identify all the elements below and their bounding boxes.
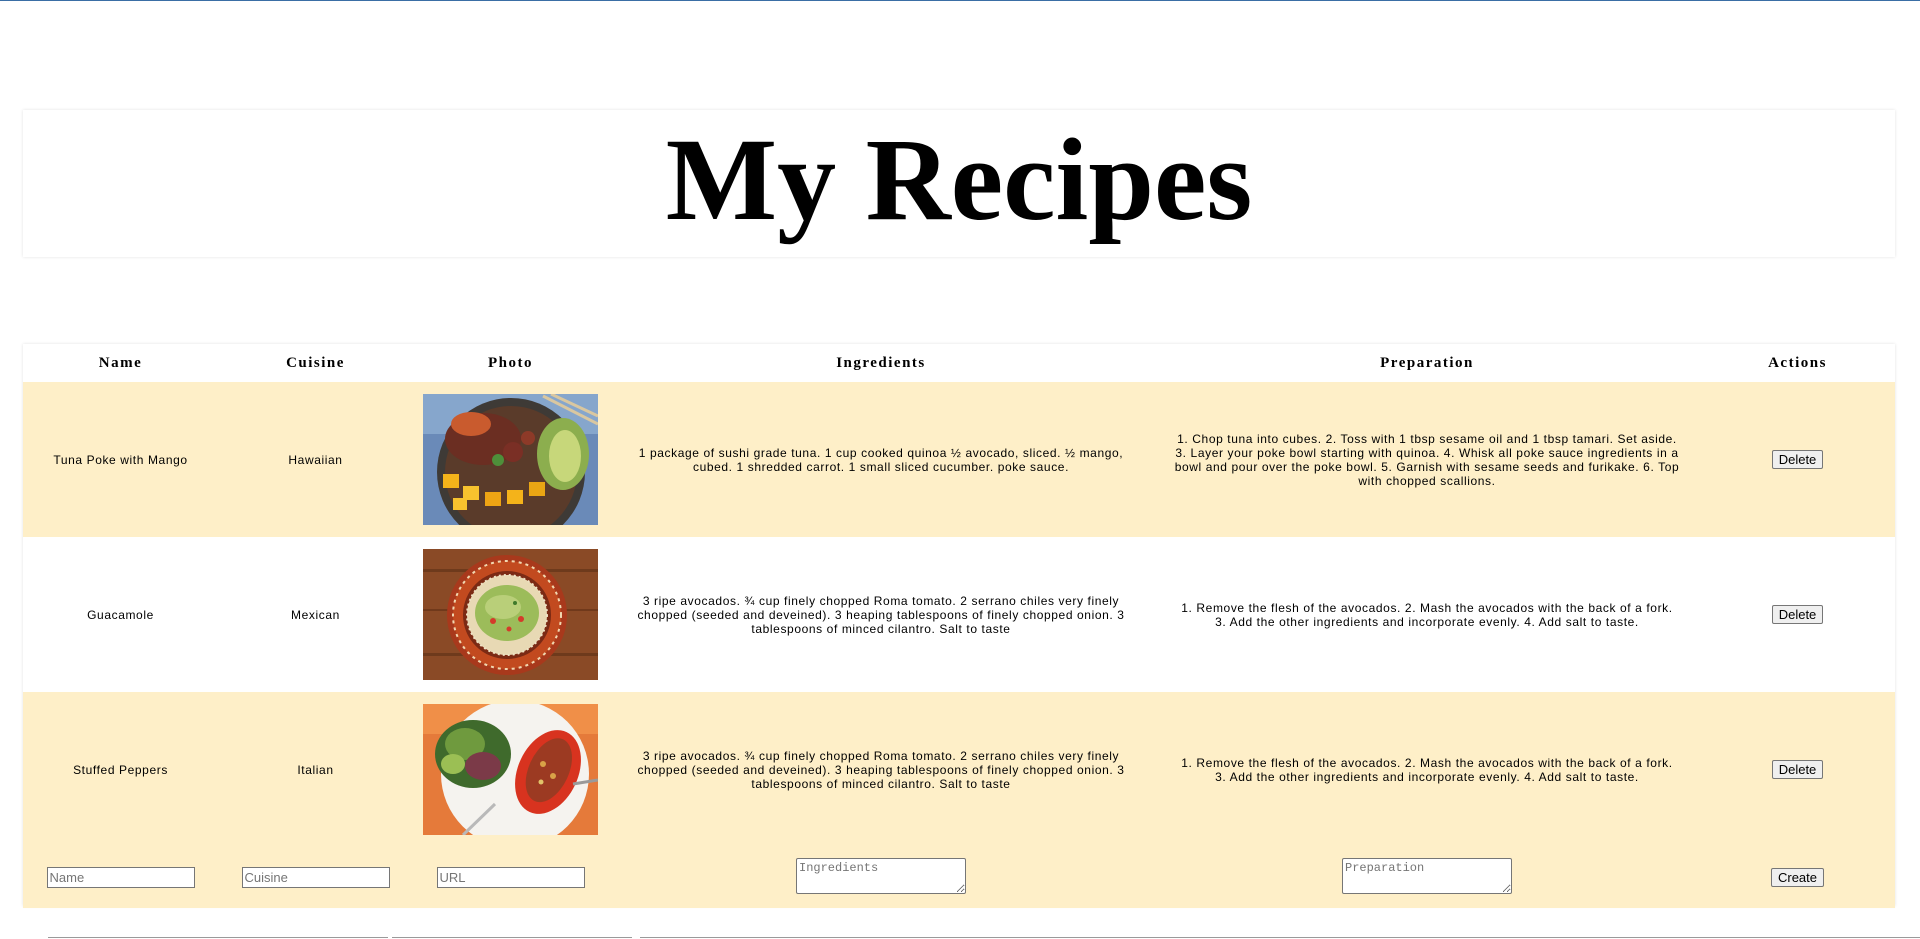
page-title: My Recipes (665, 113, 1253, 245)
url-input-cell (413, 847, 608, 908)
url-input[interactable] (436, 867, 585, 888)
column-header-name: Name (98, 354, 143, 371)
table-row: Tuna Poke with Mango Hawaiian 1 package … (23, 382, 1895, 537)
column-header-ingredients: Ingredients (836, 354, 926, 371)
ingredients-textarea[interactable] (796, 858, 966, 894)
recipe-preparation: 1. Chop tuna into cubes. 2. Toss with 1 … (1174, 431, 1680, 488)
column-header-photo: Photo (488, 354, 533, 371)
recipe-name: Stuffed Peppers (73, 762, 168, 777)
recipe-ingredients: 3 ripe avocados. ¾ cup finely chopped Ro… (637, 593, 1125, 636)
recipe-cuisine: Hawaiian (288, 452, 343, 467)
recipe-cuisine: Italian (297, 762, 334, 777)
name-input-cell (23, 847, 218, 908)
create-button-cell: Create (1700, 847, 1895, 908)
recipe-ingredients: 3 ripe avocados. ¾ cup finely chopped Ro… (637, 748, 1125, 791)
recipe-photo-cell (413, 692, 608, 847)
ingredients-input-cell (608, 847, 1154, 908)
create-recipe-row: Create (23, 847, 1895, 908)
column-header-preparation: Preparation (1380, 354, 1474, 371)
preparation-input-cell (1154, 847, 1700, 908)
guacamole-photo (423, 549, 598, 680)
delete-button[interactable]: Delete (1771, 605, 1824, 624)
recipe-cuisine: Mexican (291, 607, 340, 622)
recipe-preparation: 1. Remove the flesh of the avocados. 2. … (1181, 755, 1673, 784)
header-card: My Recipes (23, 110, 1895, 257)
stuffed-pepper-photo (423, 704, 598, 835)
table-header-row: Name Cuisine Photo Ingredients Preparati… (23, 344, 1895, 382)
recipes-table-card: Name Cuisine Photo Ingredients Preparati… (23, 344, 1895, 908)
recipe-photo-cell (413, 537, 608, 692)
delete-button[interactable]: Delete (1771, 450, 1824, 469)
poke-bowl-photo (423, 394, 598, 525)
actions-cell: Delete (1700, 537, 1895, 692)
delete-button[interactable]: Delete (1771, 760, 1824, 779)
table-row: Stuffed Peppers Italian 3 ripe avocados.… (23, 692, 1895, 847)
recipe-name: Guacamole (87, 607, 154, 622)
recipe-photo-cell (413, 382, 608, 537)
cuisine-input-cell (218, 847, 413, 908)
column-header-cuisine: Cuisine (286, 354, 345, 371)
create-button[interactable]: Create (1770, 868, 1825, 887)
recipes-table: Name Cuisine Photo Ingredients Preparati… (23, 344, 1895, 908)
name-input[interactable] (46, 867, 195, 888)
recipe-name: Tuna Poke with Mango (53, 452, 188, 467)
window-top-border (0, 0, 1920, 1)
actions-cell: Delete (1700, 382, 1895, 537)
table-row: Guacamole Mexican 3 ripe avocados. ¾ cup… (23, 537, 1895, 692)
preparation-textarea[interactable] (1342, 858, 1512, 894)
recipe-ingredients: 1 package of sushi grade tuna. 1 cup coo… (638, 445, 1124, 474)
actions-cell: Delete (1700, 692, 1895, 847)
recipe-preparation: 1. Remove the flesh of the avocados. 2. … (1181, 600, 1673, 629)
cuisine-input[interactable] (241, 867, 390, 888)
column-header-actions: Actions (1768, 354, 1827, 371)
